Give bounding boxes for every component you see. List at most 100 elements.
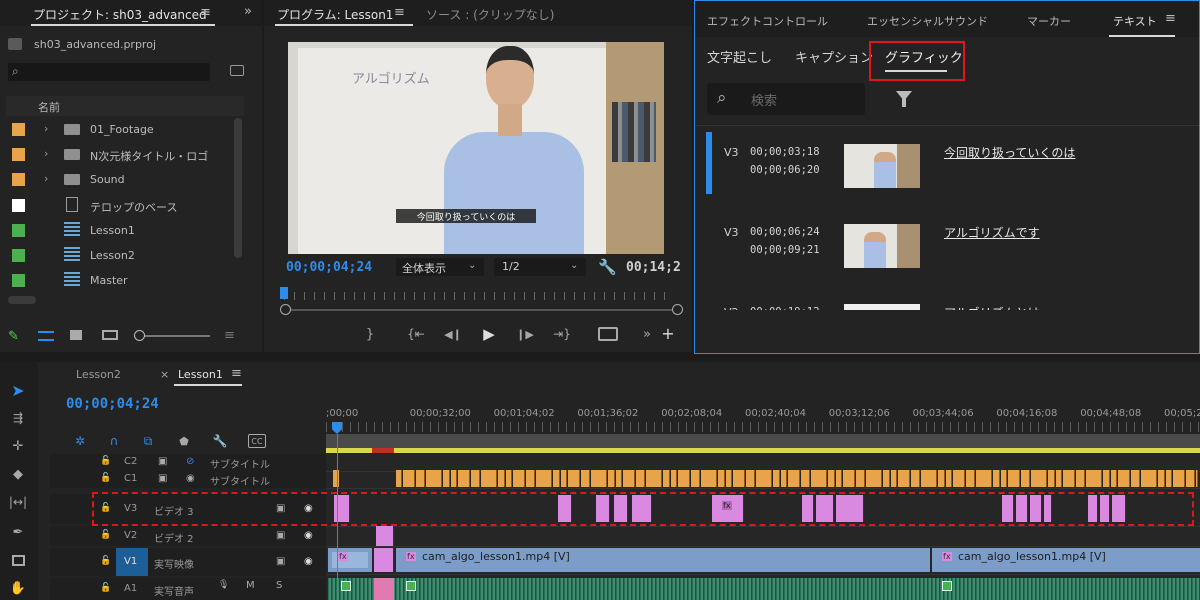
selection-tool-icon[interactable]: ➤	[8, 380, 28, 400]
toggle-sync-icon[interactable]: ▣	[276, 530, 285, 541]
panel-menu-icon[interactable]: ≡	[1165, 11, 1176, 26]
zoom-handle-left[interactable]	[280, 304, 291, 315]
step-back-icon[interactable]: ◀❙	[444, 326, 462, 342]
label-color-swatch[interactable]	[12, 173, 25, 187]
caption-clip[interactable]	[976, 470, 992, 487]
program-ruler[interactable]	[284, 292, 674, 300]
track-id[interactable]: V1	[124, 556, 137, 567]
subtab-transcript[interactable]: 文字起こし	[707, 47, 772, 66]
caption-clip[interactable]	[801, 470, 810, 487]
caption-clip[interactable]	[733, 470, 745, 487]
caption-clip[interactable]	[506, 470, 512, 487]
caption-clip[interactable]	[1196, 470, 1198, 487]
project-item[interactable]: › Sound	[6, 167, 232, 192]
label-color-swatch[interactable]	[12, 223, 25, 237]
v1-clip-main-2[interactable]: fx cam_algo_lesson1.mp4 [V]	[932, 548, 1200, 572]
caption-clip[interactable]	[701, 470, 717, 487]
caption-clip[interactable]	[1048, 470, 1055, 487]
fit-dropdown[interactable]: 全体表示 ⌄	[396, 258, 484, 276]
toggle-sync-icon[interactable]: ▣	[276, 556, 285, 567]
caption-clip[interactable]	[1056, 470, 1062, 487]
track-id[interactable]: C2	[124, 456, 137, 467]
caption-clip[interactable]	[993, 470, 1000, 487]
caption-clip[interactable]	[1021, 470, 1030, 487]
icon-view-icon[interactable]	[70, 330, 82, 340]
caption-clip[interactable]	[451, 470, 457, 487]
zoom-slider-thumb[interactable]	[134, 330, 145, 341]
caption-clip[interactable]	[843, 470, 855, 487]
v1-clip-main-1[interactable]: fx cam_algo_lesson1.mp4 [V]	[396, 548, 930, 572]
caption-clip[interactable]	[1076, 470, 1085, 487]
label-color-swatch[interactable]	[12, 198, 25, 212]
project-item[interactable]: テロップのベース	[6, 193, 232, 218]
tab-lesson2[interactable]: Lesson2	[76, 368, 121, 381]
track-select-tool-icon[interactable]: ⇶	[8, 408, 28, 428]
track-id[interactable]: A1	[124, 583, 137, 594]
program-playhead[interactable]	[280, 287, 288, 299]
caption-clip[interactable]	[938, 470, 945, 487]
zoom-slider[interactable]	[134, 335, 210, 337]
resolution-dropdown[interactable]: 1/2 ⌄	[494, 258, 586, 276]
caption-clip[interactable]	[426, 470, 442, 487]
caption-clip[interactable]	[608, 470, 615, 487]
add-button-icon[interactable]: +	[660, 324, 676, 343]
eye-icon[interactable]: ◉	[304, 530, 313, 541]
toggle-output-icon[interactable]: ▣	[158, 456, 167, 467]
caption-clip[interactable]	[396, 470, 402, 487]
project-item[interactable]: › 01_Footage	[6, 117, 232, 142]
caption-clip[interactable]	[811, 470, 827, 487]
zoom-scroll-bar[interactable]	[286, 309, 676, 311]
chevron-right-icon[interactable]: ›	[44, 172, 48, 185]
work-area-bar[interactable]	[326, 434, 1200, 448]
project-item[interactable]: Master	[6, 268, 232, 293]
close-tab-icon[interactable]: ×	[160, 368, 169, 381]
caption-clip[interactable]	[1063, 470, 1075, 487]
zoom-handle-right[interactable]	[672, 304, 683, 315]
caption-clip[interactable]	[561, 470, 567, 487]
project-panel-title[interactable]: プロジェクト: sh03_advanced	[33, 6, 207, 23]
razor-tool-icon[interactable]: ◆	[8, 464, 28, 484]
caption-clip[interactable]	[921, 470, 937, 487]
track-header-c1[interactable]: 🔓 C1 サブタイトル ▣ ◉	[50, 471, 326, 488]
snap-nest-icon[interactable]: ✲	[72, 434, 88, 448]
timeline-playhead-head[interactable]	[332, 422, 342, 434]
caption-clip[interactable]	[616, 470, 622, 487]
eye-icon[interactable]: ⊘	[186, 456, 194, 467]
rectangle-tool-icon[interactable]	[8, 550, 28, 570]
graphics-row[interactable]: V2 00;00;19;12 アルゴリズムとは	[706, 292, 1200, 310]
hand-tool-icon[interactable]: ✋	[8, 578, 28, 598]
list-view-icon[interactable]	[38, 331, 54, 341]
caption-clip[interactable]	[481, 470, 497, 487]
more-controls-icon[interactable]: »	[640, 326, 654, 342]
track-header-v1[interactable]: 🔓 V1 実写映像 ▣ ◉	[50, 548, 326, 576]
mark-out-icon[interactable]: }	[362, 326, 378, 342]
expand-panels-icon[interactable]: »	[244, 4, 252, 19]
caption-clip[interactable]	[623, 470, 635, 487]
pencil-icon[interactable]: ✎	[8, 329, 19, 344]
caption-clip[interactable]	[536, 470, 552, 487]
caption-clip[interactable]	[891, 470, 897, 487]
caption-clip[interactable]	[911, 470, 920, 487]
graphics-search-input[interactable]: ⌕ 検索	[707, 83, 865, 115]
caption-clip[interactable]	[953, 470, 965, 487]
label-color-swatch[interactable]	[12, 123, 25, 136]
caption-clip[interactable]	[1001, 470, 1007, 487]
project-item[interactable]: Lesson1	[6, 218, 232, 243]
chevron-right-icon[interactable]: ›	[44, 122, 48, 135]
tab-essential-sound[interactable]: エッセンシャルサウンド	[867, 13, 988, 29]
caption-clip[interactable]	[1166, 470, 1172, 487]
panel-menu-icon[interactable]: ≡	[231, 366, 242, 381]
ripple-edit-tool-icon[interactable]: ✛	[8, 436, 28, 456]
row-text[interactable]: アルゴリズムとは	[944, 304, 1040, 310]
project-hscrollbar[interactable]	[8, 296, 36, 304]
caption-clip[interactable]	[671, 470, 677, 487]
caption-clip[interactable]	[513, 470, 525, 487]
captions-icon[interactable]: CC	[248, 434, 266, 448]
solo-button[interactable]: S	[276, 580, 282, 591]
caption-clip[interactable]	[1111, 470, 1117, 487]
caption-clip[interactable]	[1158, 470, 1165, 487]
project-item[interactable]: › N次元様タイトル・ロゴ	[6, 142, 232, 167]
project-search-input[interactable]: ⌕	[8, 63, 210, 81]
track-header-c2[interactable]: 🔓 C2 サブタイトル ▣ ⊘	[50, 454, 326, 471]
chevron-right-icon[interactable]: ›	[44, 147, 48, 160]
